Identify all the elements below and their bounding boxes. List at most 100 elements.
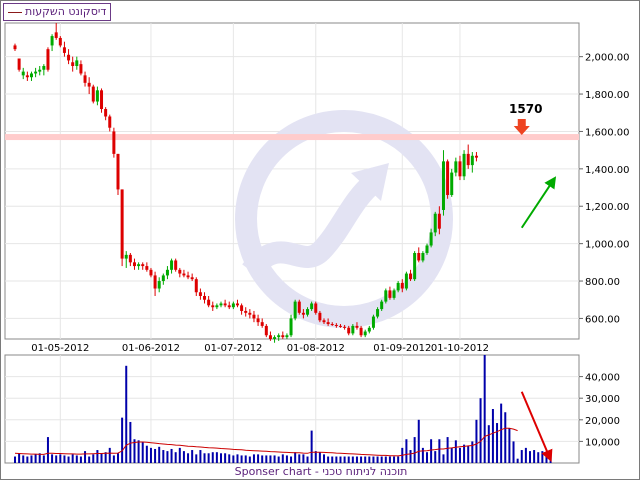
volume-bar [129,421,132,463]
volume-bar [442,454,445,463]
legend-series-name: דיסקונט השקעות [25,5,107,18]
volume-bar [504,412,507,463]
resistance-band [5,134,579,141]
volume-bar [71,454,74,463]
candle [120,189,124,267]
volume-bar [261,455,264,463]
volume-bar [22,455,25,463]
volume-bar [409,450,412,463]
volume-bar [479,398,482,463]
volume-bar [446,437,449,463]
volume-bar [75,455,78,463]
volume-bar [277,456,280,463]
volume-bar [475,419,478,463]
volume-bar [471,441,474,463]
volume-bar [512,441,515,463]
volume-bar [335,456,338,463]
volume-bar [162,450,165,463]
volume-bar [220,453,222,463]
volume-bar [388,456,391,463]
candle [450,168,454,197]
volume-tick-label: 20,000 [585,416,620,427]
volume-bar [170,448,173,463]
volume-bar [84,451,87,463]
volume-bar [314,451,317,463]
volume-bar [199,450,202,463]
chart-window: 1570 600.00 800.00 1,000.00 1,200.00 1,400.0… [0,0,640,480]
volume-bar [458,447,461,463]
price-tick-label: 1,800.00 [585,90,630,101]
volume-bar [491,409,494,463]
price-tick-label: 1,200.00 [585,202,630,213]
chart-canvas: 1570 600.00 800.00 1,000.00 1,200.00 1,400.0… [4,22,630,478]
volume-bar [178,447,181,463]
volume-bar [100,453,103,463]
date-axis: 01-05-2012 01-06-2012 01-07-2012 01-08-2012… [31,343,489,354]
footer-caption: Sponser chart - תוכנה לניתוח טכני [235,465,408,478]
volume-bar [285,455,288,463]
volume-bar [487,425,490,463]
volume-bar [182,451,185,463]
volume-bar [273,455,276,463]
volume-bar [269,455,272,463]
volume-bar [141,442,144,463]
volume-bar [187,453,190,463]
volume-tick-label: 10,000 [585,437,620,448]
volume-bar [364,456,367,463]
volume-bar [430,439,433,463]
candle [293,299,297,321]
volume-bar [339,456,342,463]
date-tick-label: 01-07-2012 [204,343,262,354]
volume-bar [327,456,330,463]
candle [174,258,178,272]
price-tick-label: 1,600.00 [585,127,630,138]
volume-bar [310,430,313,463]
volume-bar [351,456,354,463]
candle [384,288,388,304]
volume-bar [18,453,21,463]
price-axis: 600.00 800.00 1,000.00 1,200.00 1,400.00 1,60… [579,53,630,325]
volume-bar [318,452,321,463]
volume-bar [96,450,99,463]
candle [462,150,466,181]
volume-bar [516,458,519,463]
legend: דיסקונט השקעות [3,3,112,21]
volume-bar [63,455,66,463]
volume-bar [384,456,387,463]
volume-bar [434,451,437,463]
volume-bar [30,455,33,463]
volume-bar [14,456,16,463]
volume-bar [207,453,210,463]
volume-bar [533,450,536,463]
date-tick-label: 01-10-2012 [431,343,489,354]
volume-bar [483,355,486,463]
volume-bar [343,456,346,463]
volume-bar [426,452,428,463]
candle [91,84,95,104]
volume-bar [26,456,29,463]
volume-bar [405,439,408,463]
volume-bar [496,423,499,463]
resistance-label: 1570 [509,102,542,116]
price-tick-label: 600.00 [585,314,620,325]
volume-bar [393,456,396,463]
volume-bar [413,437,416,463]
volume-bar [397,456,400,463]
volume-bar [117,453,119,463]
volume-bar [323,454,325,463]
volume-bar [88,456,91,463]
volume-bar [174,452,177,463]
candle [446,159,450,199]
volume-bar [306,456,309,463]
candle [371,314,375,330]
candle [314,301,318,315]
volume-bar [541,451,544,463]
volume-bar [520,450,523,463]
volume-bar [265,455,268,463]
volume-axis: 10,000 20,000 30,000 40,000 [579,373,620,448]
volume-bar [463,444,466,463]
volume-bar [46,437,49,463]
candle [116,153,120,196]
volume-bar [360,456,363,463]
volume-bar [158,446,161,463]
